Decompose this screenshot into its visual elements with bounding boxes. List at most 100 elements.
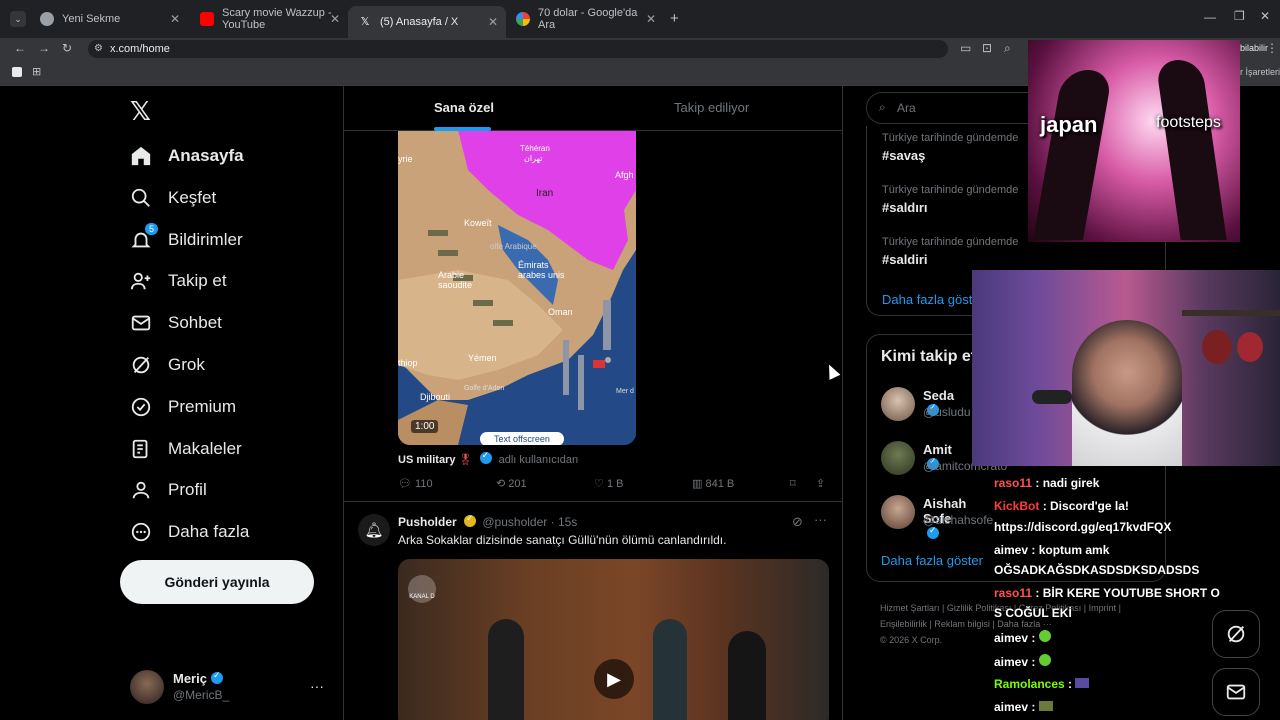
tab-for-you[interactable]: Sana özel: [434, 100, 494, 115]
forward-icon[interactable]: →: [38, 41, 50, 55]
sidebar-item-home[interactable]: Anasayfa: [130, 138, 244, 174]
sidebar-item-chat[interactable]: Sohbet: [130, 305, 222, 341]
sidebar-item-explore[interactable]: Keşfet: [130, 180, 216, 216]
divider: [344, 501, 842, 502]
cast-icon[interactable]: ▭: [960, 41, 971, 55]
share-icon[interactable]: ⇪: [816, 477, 825, 490]
messages-floating-button[interactable]: [1212, 668, 1260, 716]
play-button[interactable]: ▶: [594, 659, 634, 699]
grok-floating-button[interactable]: [1212, 610, 1260, 658]
more-icon[interactable]: ···: [310, 678, 324, 694]
all-bookmarks-link[interactable]: r İşaretleri: [1240, 67, 1280, 77]
close-window-button[interactable]: ✕: [1260, 9, 1270, 23]
more-icon[interactable]: ···: [814, 512, 827, 527]
footer-link[interactable]: Erişilebilirlik: [880, 619, 927, 629]
avatar[interactable]: 🔔︎: [358, 514, 390, 546]
bookmark-icon[interactable]: [12, 67, 22, 77]
notification-badge: 5: [144, 223, 158, 235]
restore-button[interactable]: ❐: [1234, 9, 1245, 23]
browser-tab[interactable]: Scary movie Wazzup - YouTube ✕: [190, 6, 348, 32]
sidebar-item-articles[interactable]: Makaleler: [130, 431, 242, 467]
zoom-icon[interactable]: ⌕: [1004, 41, 1011, 56]
user-handle: @aishahsofe: [923, 513, 994, 527]
post-attribution[interactable]: US military 🎖 adlı kullanıcıdan: [398, 450, 579, 466]
footer-link[interactable]: Imprint: [1089, 603, 1117, 613]
views-button[interactable]: ▥ 841 B: [692, 477, 734, 490]
browser-tab[interactable]: Yeni Sekme ✕: [30, 6, 188, 32]
sidebar-item-notifications[interactable]: 5 Bildirimler: [130, 222, 243, 258]
x-logo-icon: 𝕏: [360, 16, 370, 28]
post-author[interactable]: Pusholder: [398, 515, 457, 529]
sidebar-item-follow[interactable]: Takip et: [130, 263, 227, 299]
sidebar-item-label: Daha fazla: [168, 522, 250, 541]
avatar: [881, 387, 915, 421]
map-label: thiop: [398, 358, 418, 368]
chat-message: Ramolances :: [994, 677, 1090, 691]
person-figure: [653, 619, 687, 720]
video-duration: 1:00: [411, 420, 439, 433]
google-icon: [516, 12, 530, 26]
video-player[interactable]: Téhéran تهران Iran Afgh yrie Koweït olfe…: [398, 130, 636, 445]
post-handle[interactable]: @pusholder: [482, 515, 547, 529]
trend-context: Türkiye tarihinde gündemde: [882, 184, 1019, 196]
menu-icon[interactable]: ⋮: [1266, 41, 1278, 55]
url-input[interactable]: ⚙ x.com/home: [88, 40, 948, 58]
new-tab-button[interactable]: +: [670, 10, 679, 27]
chat-message: raso11 : BİR KERE YOUTUBE SHORT O: [994, 586, 1220, 600]
card-title: Kimi takip et: [881, 348, 977, 365]
repost-button[interactable]: ⟲ 201: [496, 477, 527, 490]
video-player[interactable]: KANAL D ▶: [398, 559, 829, 720]
back-icon[interactable]: ←: [14, 41, 26, 55]
post-author-suffix: adlı kullanıcıdan: [498, 454, 579, 466]
tab-search-button[interactable]: ⌄: [10, 11, 26, 27]
reply-button[interactable]: 💬︎ 110: [398, 477, 433, 490]
close-tab-icon[interactable]: ✕: [330, 12, 340, 26]
tab-following[interactable]: Takip ediliyor: [674, 100, 749, 115]
kanal-d-logo: KANAL D: [408, 575, 436, 603]
show-more-link[interactable]: Daha fazla göster: [881, 553, 983, 568]
footer-link[interactable]: Daha fazla ···: [997, 619, 1052, 629]
trend-tag: #saldırı: [882, 200, 928, 215]
feed-tabs: Sana özel Takip ediliyor: [344, 86, 842, 131]
install-icon[interactable]: ⊡: [982, 41, 992, 55]
account-switcher[interactable]: Meriç @MericB_ ···: [130, 670, 330, 706]
account-handle: @MericB_: [173, 688, 230, 702]
close-tab-icon[interactable]: ✕: [170, 12, 180, 26]
reload-icon[interactable]: ↻: [62, 41, 72, 55]
sidebar-item-more[interactable]: Daha fazla: [130, 514, 249, 550]
browser-tab[interactable]: 70 dolar - Google'da Ara ✕: [506, 6, 664, 32]
browser-tab-active[interactable]: 𝕏 (5) Anasayfa / X ✕: [348, 6, 506, 38]
close-tab-icon[interactable]: ✕: [646, 12, 656, 26]
apps-icon[interactable]: ⊞: [32, 65, 41, 78]
site-info-icon[interactable]: ⚙: [94, 40, 103, 58]
like-button[interactable]: ♡ 1 B: [594, 477, 623, 490]
sidebar-item-label: Bildirimler: [168, 230, 243, 249]
footer-link[interactable]: Hizmet Şartları: [880, 603, 940, 613]
x-logo-icon[interactable]: 𝕏: [130, 96, 151, 127]
footer-link[interactable]: Reklam bilgisi: [934, 619, 990, 629]
article-icon: [130, 438, 152, 460]
minimize-button[interactable]: —: [1204, 10, 1216, 24]
sidebar-item-label: Keşfet: [168, 188, 217, 207]
show-more-link[interactable]: Daha fazla göster: [882, 292, 984, 307]
figurine: [1237, 332, 1263, 362]
person-figure: [728, 631, 766, 720]
verified-icon: [927, 525, 939, 539]
sidebar-item-profile[interactable]: Profil: [130, 472, 207, 508]
trend-tag: #savaş: [882, 148, 926, 163]
profile-label[interactable]: bilabilir: [1240, 43, 1268, 53]
avatar: [881, 441, 915, 475]
search-icon: ⌕: [879, 100, 886, 114]
repost-icon: ⟲: [496, 478, 506, 490]
trend-context: Türkiye tarihinde gündemde: [882, 132, 1019, 144]
emote-icon: [1038, 701, 1053, 711]
bookmark-icon[interactable]: ⌑: [790, 477, 796, 490]
sidebar-item-grok[interactable]: Grok: [130, 347, 205, 383]
post-time[interactable]: · 15s: [551, 515, 578, 529]
post-button[interactable]: Gönderi yayınla: [120, 560, 314, 604]
chat-message: raso11 : nadi girek: [994, 476, 1100, 490]
sidebar-item-premium[interactable]: Premium: [130, 389, 236, 425]
grok-icon[interactable]: ⊘: [792, 514, 803, 530]
close-tab-icon[interactable]: ✕: [488, 15, 498, 29]
streamer-figure: [1072, 320, 1182, 466]
